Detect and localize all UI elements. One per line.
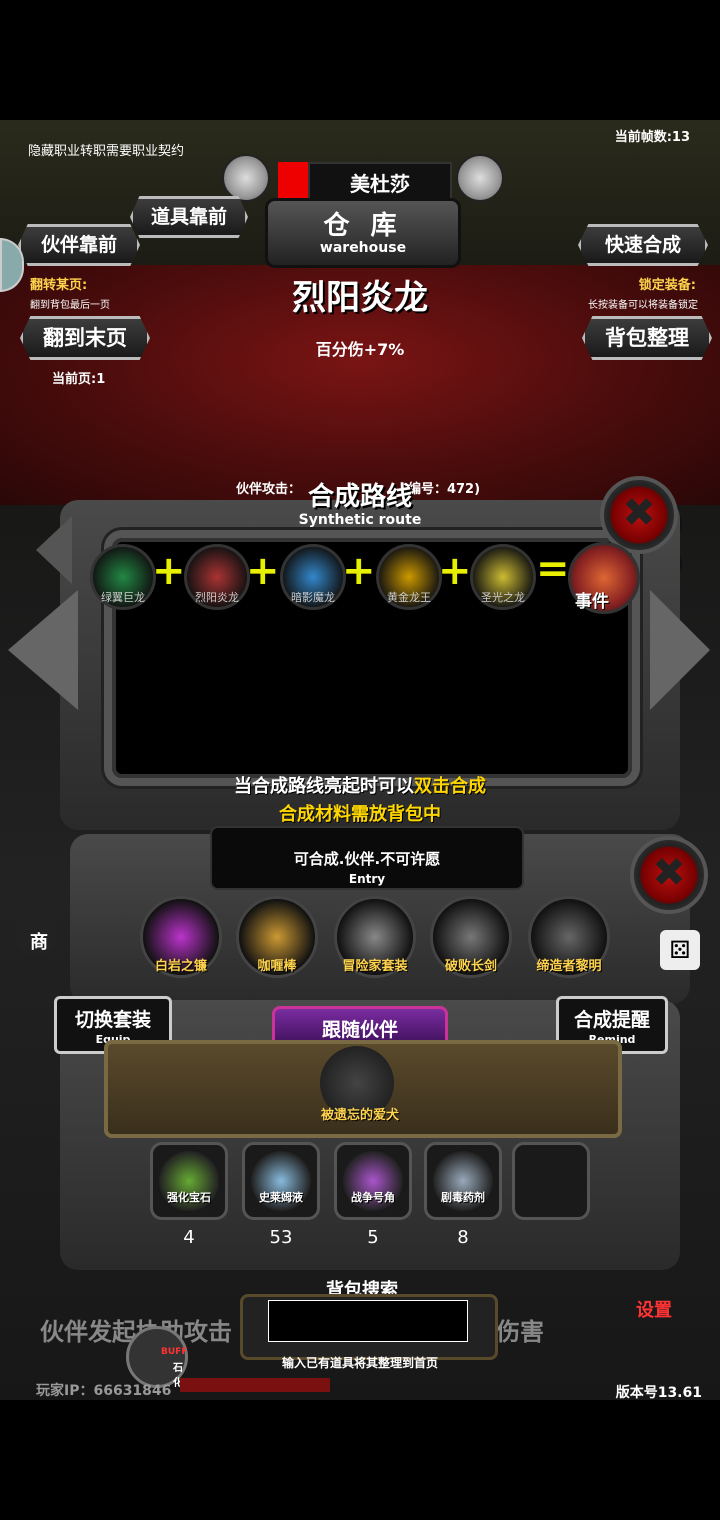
warehouse-title-en: warehouse (319, 240, 407, 256)
current-page: 当前页:1 (52, 372, 106, 387)
route-result-icon[interactable]: 事件 (568, 542, 640, 614)
route-tip-1-b: 双击合成 (414, 776, 486, 797)
switch-set-label: 切换套装 (74, 1009, 151, 1031)
plus-icon: + (342, 548, 376, 594)
follow-title: 跟随伙伴 (321, 1019, 398, 1041)
route-material-1[interactable]: 烈阳炎龙 (184, 544, 250, 610)
prev-page-arrow-icon[interactable] (8, 590, 78, 710)
buff-label: BUFF (161, 1347, 188, 1357)
settings-label[interactable]: 设置 (636, 1296, 672, 1322)
inventory-slot[interactable]: 强化宝石 4 (150, 1142, 228, 1248)
entry-en: Entry (348, 872, 386, 886)
next-page-arrow-icon[interactable] (650, 590, 710, 710)
route-material-label: 黄金龙王 (387, 591, 431, 604)
route-material-label: 暗影魔龙 (291, 591, 335, 604)
entry-header: 可合成.伙伴.不可许愿 Entry (210, 826, 524, 890)
skull-ornament-left-icon (222, 154, 270, 202)
slot-count: 53 (269, 1227, 293, 1248)
slot-label: 剧毒药剂 (441, 1191, 485, 1204)
follow-partner-name: 被遗忘的爱犬 (320, 1108, 399, 1123)
shop-label: 商 (30, 932, 48, 953)
skull-ornament-right-icon (456, 154, 504, 202)
route-material-label: 烈阳炎龙 (195, 591, 239, 604)
slot-label: 强化宝石 (167, 1191, 211, 1204)
route-title: 合成路线 (307, 482, 412, 512)
slot-count: 5 (367, 1227, 379, 1248)
warehouse-title: 仓 库 warehouse (265, 198, 461, 268)
plus-icon: + (246, 548, 280, 594)
sort-bag-button[interactable]: 背包整理 (582, 316, 712, 360)
search-input[interactable] (268, 1300, 468, 1342)
partner-front-button[interactable]: 伙伴靠前 (18, 224, 140, 266)
last-page-button[interactable]: 翻到末页 (20, 316, 150, 360)
slot-label: 史莱姆液 (259, 1191, 303, 1204)
entry-item-label: 缔造者黎明 (536, 959, 602, 974)
entry-item-label: 白岩之镰 (154, 959, 207, 974)
hp-bar (180, 1378, 330, 1392)
warehouse-title-cn: 仓 库 (323, 211, 403, 241)
slot-label: 战争号角 (351, 1191, 395, 1204)
search-hint: 输入已有道具将其整理到首页 (281, 1356, 438, 1370)
player-ip: 玩家IP：66631846 (36, 1383, 172, 1399)
item-name: 烈阳炎龙 (292, 278, 428, 318)
entry-item-3[interactable]: 破败长剑 (430, 896, 512, 978)
entry-close-button[interactable]: ✖ (630, 836, 708, 914)
entry-item-label: 破败长剑 (444, 959, 497, 974)
route-arrow-up-left-icon (36, 516, 72, 584)
inventory-slot[interactable]: 史莱姆液 53 (242, 1142, 320, 1248)
route-material-0[interactable]: 绿翼巨龙 (90, 544, 156, 610)
equals-icon: = (536, 546, 570, 592)
red-flag (278, 162, 308, 198)
inventory-slot[interactable]: 剧毒药剂 8 (424, 1142, 502, 1248)
entry-item-label: 冒险家套装 (342, 959, 408, 974)
dice-icon[interactable]: ⚄ (660, 930, 700, 970)
item-front-button[interactable]: 道具靠前 (130, 196, 248, 238)
route-tip-2: 合成材料需放背包中 (279, 804, 441, 825)
route-material-4[interactable]: 圣光之龙 (470, 544, 536, 610)
empty-slot[interactable] (512, 1142, 590, 1220)
buff-button[interactable]: BUFF 石化 (126, 1326, 188, 1389)
route-material-label: 圣光之龙 (481, 591, 525, 604)
entry-item-2[interactable]: 冒险家套装 (334, 896, 416, 978)
plus-icon: + (438, 548, 472, 594)
shop-side-button[interactable]: 商 (16, 876, 56, 956)
inventory-slot[interactable]: 战争号角 5 (334, 1142, 412, 1248)
entry-item-1[interactable]: 咖喱棒 (236, 896, 318, 978)
entry-item-label: 咖喱棒 (257, 959, 297, 974)
entry-item-0[interactable]: 白岩之镰 (140, 896, 222, 978)
route-tip-1-a: 当合成路线亮起时可以 (234, 776, 414, 797)
slot-count: 8 (457, 1227, 469, 1248)
fps-counter: 当前帧数:13 (614, 130, 690, 145)
route-tip-1: 当合成路线亮起时可以双击合成 (0, 772, 720, 798)
partner-assist-hint-tail: 伤害 (496, 1318, 544, 1346)
route-title-en: Synthetic route (298, 512, 422, 528)
job-hint: 隐藏职业转职需要职业契约 (28, 144, 185, 159)
slot-count: 4 (183, 1227, 195, 1248)
merge-remind-label: 合成提醒 (573, 1009, 650, 1031)
entry-item-4[interactable]: 缔造者黎明 (528, 896, 610, 978)
route-material-3[interactable]: 黄金龙王 (376, 544, 442, 610)
route-material-2[interactable]: 暗影魔龙 (280, 544, 346, 610)
route-material-label: 绿翼巨龙 (101, 591, 145, 604)
game-screen: 隐藏职业转职需要职业契约 当前帧数:13 美杜莎 仓 库 warehouse 道… (0, 120, 720, 1400)
plus-icon: + (152, 548, 186, 594)
entry-text: 可合成.伙伴.不可许愿 (293, 850, 441, 868)
version: 版本号13.61 (615, 1385, 702, 1400)
route-result-label: 事件 (575, 592, 609, 612)
quick-merge-button[interactable]: 快速合成 (578, 224, 708, 266)
